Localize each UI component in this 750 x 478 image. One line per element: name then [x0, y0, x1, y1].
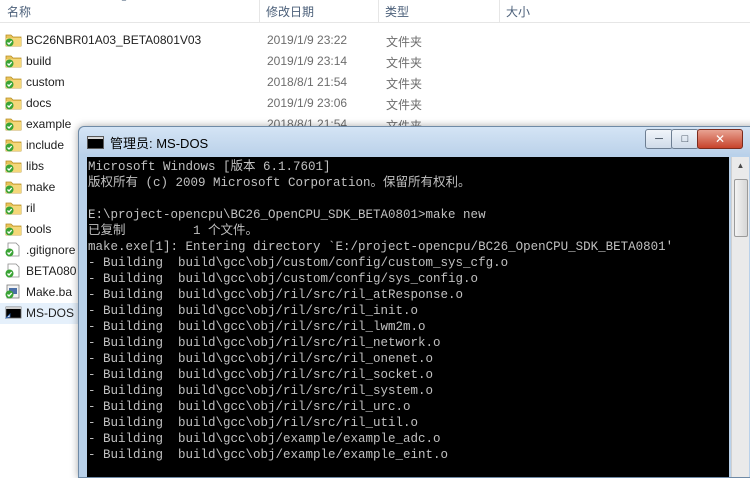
file-type: 文件夹 [386, 35, 423, 49]
file-icon [5, 242, 22, 257]
folder-icon [5, 158, 22, 173]
folder-icon [5, 116, 22, 131]
console-line: E:\project-opencpu\BC26_OpenCPU_SDK_BETA… [88, 208, 486, 222]
console-output[interactable]: Microsoft Windows [版本 6.1.7601] 版权所有 (c) … [87, 157, 729, 477]
folder-icon [5, 74, 22, 89]
scroll-thumb[interactable] [734, 179, 748, 237]
file-name: docs [26, 96, 52, 110]
console-line: - Building build\gcc\obj/ril/src/ril_uti… [88, 416, 419, 430]
folder-icon [5, 95, 22, 110]
console-line: - Building build\gcc\obj/ril/src/ril_ini… [88, 304, 419, 318]
file-type: 文件夹 [386, 56, 423, 70]
console-line: - Building build\gcc\obj/custom/config/c… [88, 256, 509, 270]
shortcut-icon [4, 305, 22, 320]
file-name: Make.ba [26, 285, 73, 299]
console-title-bar[interactable]: 管理员: MS-DOS ─ □ ✕ [79, 127, 750, 154]
file-name: example [26, 117, 72, 131]
file-name: MS-DOS [26, 306, 74, 320]
folder-icon [5, 137, 22, 152]
file-name: BETA080 [26, 264, 77, 278]
console-line: - Building build\gcc\obj/ril/src/ril_urc… [88, 400, 411, 414]
column-header-size[interactable]: 大小 [506, 3, 530, 22]
column-divider[interactable] [378, 0, 379, 22]
console-line: - Building build\gcc\obj/example/example… [88, 432, 441, 446]
folder-icon [5, 179, 22, 194]
console-app-icon[interactable] [87, 136, 104, 149]
file-modified-date: 2019/1/9 23:14 [267, 54, 348, 68]
scroll-up-arrow-icon[interactable]: ▲ [732, 157, 749, 174]
console-line: - Building build\gcc\obj/custom/config/s… [88, 272, 479, 286]
file-list-item[interactable]: BC26NBR01A03_BETA0801V03 2019/1/9 23:22 文件… [0, 30, 750, 51]
file-type: 文件夹 [386, 98, 423, 112]
file-name: libs [26, 159, 45, 173]
file-name: ril [26, 201, 36, 215]
close-button[interactable]: ✕ [697, 129, 743, 149]
console-line: 已复制 1 个文件。 [88, 224, 259, 238]
sort-arrow-icon: ▲ [120, 0, 128, 3]
folder-icon [5, 221, 22, 236]
file-name: BC26NBR01A03_BETA0801V03 [26, 33, 202, 47]
file-modified-date: 2019/1/9 23:22 [267, 33, 348, 47]
column-header-bar: ▲ 名称 修改日期 类型 大小 [0, 0, 750, 23]
minimize-button[interactable]: ─ [645, 129, 673, 149]
file-name: custom [26, 75, 65, 89]
file-name: tools [26, 222, 52, 236]
folder-icon [5, 200, 22, 215]
file-type: 文件夹 [386, 77, 423, 91]
column-divider[interactable] [259, 0, 260, 22]
console-line: - Building build\gcc\obj/ril/src/ril_lwm… [88, 320, 426, 334]
batch-file-icon [5, 284, 22, 299]
column-header-name[interactable]: 名称 [7, 3, 31, 22]
folder-icon [5, 53, 22, 68]
file-list-item[interactable]: custom 2018/8/1 21:54 文件夹 [0, 72, 750, 93]
console-line: 版权所有 (c) 2009 Microsoft Corporation。保留所有… [88, 176, 471, 190]
console-scrollbar[interactable]: ▲ [731, 157, 749, 477]
console-line: make.exe[1]: Entering directory `E:/proj… [88, 240, 674, 254]
file-name: include [26, 138, 65, 152]
console-line: - Building build\gcc\obj/example/example… [88, 448, 449, 462]
file-list-item[interactable]: build 2019/1/9 23:14 文件夹 [0, 51, 750, 72]
column-divider[interactable] [499, 0, 500, 22]
console-line: - Building build\gcc\obj/ril/src/ril_sys… [88, 384, 434, 398]
file-name: .gitignore [26, 243, 76, 257]
file-name: make [26, 180, 56, 194]
console-line: - Building build\gcc\obj/ril/src/ril_atR… [88, 288, 464, 302]
console-line: - Building build\gcc\obj/ril/src/ril_one… [88, 352, 434, 366]
console-text: Microsoft Windows [版本 6.1.7601] 版权所有 (c) … [88, 159, 673, 463]
console-line: - Building build\gcc\obj/ril/src/ril_soc… [88, 368, 434, 382]
folder-icon [5, 32, 22, 47]
column-header-type[interactable]: 类型 [385, 3, 409, 22]
console-line: Microsoft Windows [版本 6.1.7601] [88, 160, 331, 174]
file-modified-date: 2018/8/1 21:54 [267, 75, 348, 89]
console-line: - Building build\gcc\obj/ril/src/ril_net… [88, 336, 441, 350]
file-list-item[interactable]: docs 2019/1/9 23:06 文件夹 [0, 93, 750, 114]
maximize-button[interactable]: □ [671, 129, 699, 149]
column-header-date[interactable]: 修改日期 [266, 3, 314, 22]
console-title: 管理员: MS-DOS [110, 136, 209, 151]
file-modified-date: 2019/1/9 23:06 [267, 96, 348, 110]
file-name: build [26, 54, 52, 68]
console-window[interactable]: 管理员: MS-DOS ─ □ ✕ Microsoft Windows [版本 … [78, 126, 750, 478]
file-icon [5, 263, 22, 278]
